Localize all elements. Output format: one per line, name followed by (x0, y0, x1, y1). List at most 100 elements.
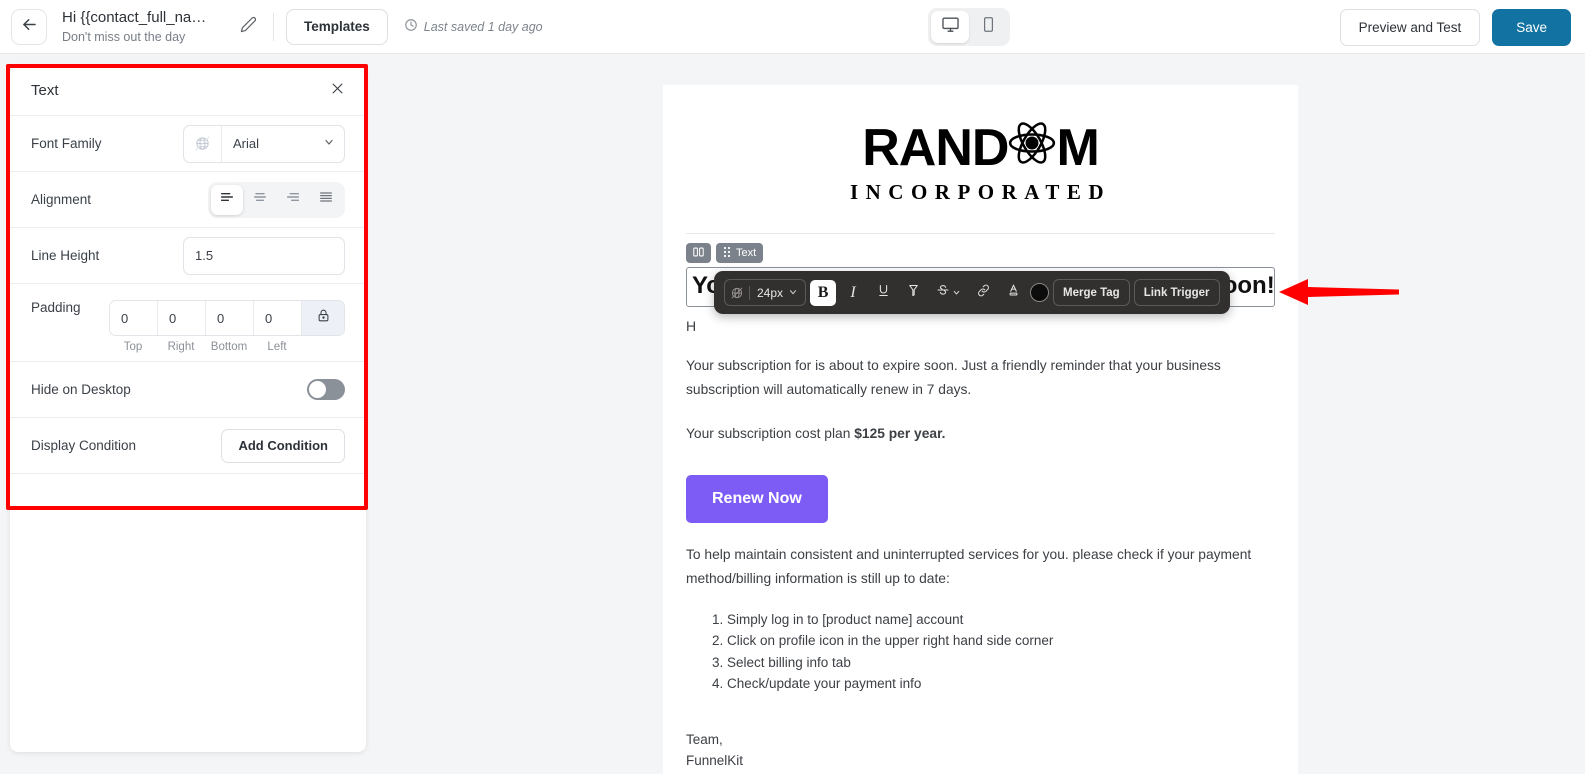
align-center-icon (252, 189, 268, 210)
page-title: Hi {{contact_full_na… (62, 8, 207, 26)
save-label: Save (1516, 20, 1547, 35)
email-paragraph-2-prefix: Your subscription cost plan (686, 425, 855, 441)
templates-button[interactable]: Templates (286, 8, 388, 45)
display-condition-label: Display Condition (31, 438, 137, 453)
email-paragraph-3: To help maintain consistent and uninterr… (686, 547, 1252, 587)
color-swatch-button[interactable] (1030, 283, 1050, 302)
email-paragraph-2: Your subscription cost plan $125 per yea… (663, 422, 1298, 446)
email-paragraph-2-bold: $125 per year. (854, 425, 946, 441)
close-icon (330, 81, 345, 101)
text-color-button[interactable] (1000, 280, 1026, 306)
top-right-actions: Preview and Test Save (1339, 9, 1571, 46)
device-preview-toggle (928, 8, 1010, 46)
preview-label: Preview and Test (1358, 20, 1462, 35)
highlighter-icon (906, 283, 921, 303)
hide-on-desktop-toggle[interactable] (307, 379, 345, 400)
atom-icon (1007, 118, 1057, 177)
padding-top-input[interactable]: 0 (110, 301, 158, 335)
email-logo: RAND M INCORPORATED (663, 85, 1298, 223)
bold-icon: B (817, 283, 829, 301)
padding-label: Padding (31, 300, 81, 315)
strikethrough-button[interactable] (930, 280, 966, 306)
padding-label-right: Right (167, 341, 195, 353)
save-status: Last saved 1 day ago (404, 18, 543, 35)
padding-lock-button[interactable] (302, 301, 344, 335)
padding-right-input[interactable]: 0 (158, 301, 206, 335)
line-height-input[interactable] (183, 236, 345, 275)
text-color-icon (1006, 282, 1021, 303)
highlight-button[interactable] (900, 280, 926, 306)
block-columns-button[interactable] (686, 243, 711, 263)
font-family-value-wrap: Arial (222, 126, 344, 162)
save-status-text: Last saved 1 day ago (423, 19, 543, 34)
merge-tag-button[interactable]: Merge Tag (1053, 279, 1130, 306)
padding-label-top: Top (123, 341, 143, 353)
red-arrow-left (1279, 279, 1399, 305)
logo-wordmark: RAND M (862, 118, 1100, 177)
globe-disabled-icon (184, 125, 222, 162)
settings-panel-title: Text (31, 82, 59, 99)
align-right-button[interactable] (277, 185, 309, 215)
list-item: Simply log in to [product name] account (727, 609, 1275, 630)
padding-controls: 0 0 0 0 Top Right Bottom Left (109, 300, 345, 353)
add-condition-label: Add Condition (238, 438, 328, 453)
bold-button[interactable]: B (810, 279, 837, 306)
divider (273, 12, 274, 41)
preview-and-test-button[interactable]: Preview and Test (1339, 9, 1481, 46)
email-template: RAND M INCORPORATED Text Soon! H Your su… (663, 85, 1298, 774)
align-justify-button[interactable] (310, 185, 342, 215)
block-drag-handle[interactable]: Text (716, 243, 764, 263)
font-family-row: Font Family Arial (10, 116, 366, 172)
font-family-select[interactable]: Arial (183, 124, 345, 163)
font-family-label: Font Family (31, 136, 102, 151)
logo-tagline: INCORPORATED (849, 180, 1112, 204)
templates-label: Templates (304, 19, 370, 34)
device-desktop-button[interactable] (931, 11, 969, 43)
display-condition-row: Display Condition Add Condition (10, 418, 366, 474)
block-type-label: Text (736, 247, 757, 259)
line-height-row: Line Height (10, 228, 366, 284)
padding-sub-labels: Top Right Bottom Left (109, 341, 345, 353)
top-bar: Hi {{contact_full_na… Don't miss out the… (0, 0, 1585, 54)
logo-word-start: RAND (862, 118, 1009, 177)
align-center-button[interactable] (244, 185, 276, 215)
underline-button[interactable] (870, 280, 896, 306)
hide-on-desktop-row: Hide on Desktop (10, 362, 366, 418)
strikethrough-icon (936, 283, 950, 302)
save-button[interactable]: Save (1492, 9, 1571, 46)
chevron-down-icon (952, 284, 961, 302)
add-condition-button[interactable]: Add Condition (221, 428, 345, 463)
font-size-value-wrap: 24px (750, 286, 805, 300)
link-trigger-button[interactable]: Link Trigger (1133, 279, 1220, 306)
padding-bottom-input[interactable]: 0 (206, 301, 254, 335)
back-button[interactable] (11, 8, 47, 45)
close-panel-button[interactable] (326, 80, 348, 102)
email-canvas: RAND M INCORPORATED Text Soon! H Your su… (376, 55, 1585, 774)
link-button[interactable] (970, 280, 996, 306)
font-size-selector[interactable]: 24px (724, 279, 807, 306)
desktop-icon (941, 15, 960, 39)
renew-now-label: Renew Now (712, 490, 802, 508)
email-cta-wrapper: Renew Now (663, 475, 1298, 524)
font-family-value: Arial (233, 136, 260, 151)
arrow-left-icon (20, 15, 39, 39)
align-left-button[interactable] (211, 184, 243, 215)
padding-left-input[interactable]: 0 (254, 301, 302, 335)
globe-disabled-icon (725, 285, 750, 300)
padding-inputs: 0 0 0 0 (109, 300, 345, 336)
email-signoff-line-2: FunnelKit (686, 753, 744, 769)
logo-word-end: M (1056, 118, 1099, 177)
selected-block-toolbar: Text (663, 234, 1298, 263)
list-item: Check/update your payment info (727, 673, 1275, 694)
mobile-icon (980, 16, 997, 38)
pencil-icon (240, 16, 257, 38)
alignment-label: Alignment (31, 192, 92, 207)
alignment-row: Alignment (10, 172, 366, 228)
italic-button[interactable]: I (840, 280, 866, 306)
renew-now-button[interactable]: Renew Now (686, 475, 828, 524)
device-mobile-button[interactable] (969, 11, 1007, 43)
edit-title-button[interactable] (235, 14, 261, 40)
align-justify-icon (318, 189, 334, 210)
email-signoff-line-1: Team, (686, 732, 723, 748)
align-right-icon (285, 189, 301, 210)
